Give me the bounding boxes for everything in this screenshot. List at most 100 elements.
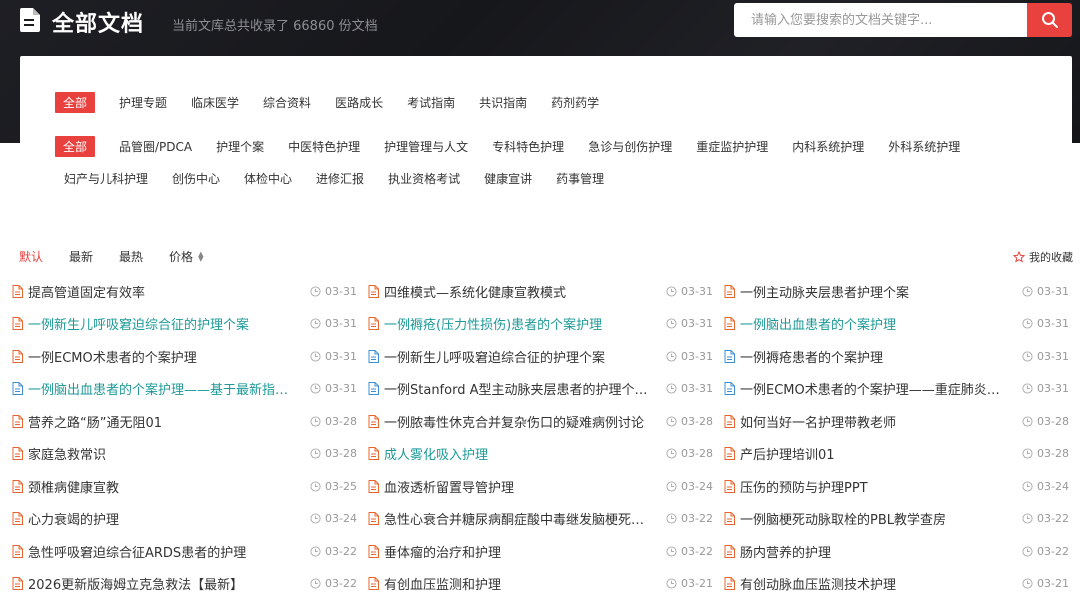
filter-chip[interactable]: 共识指南: [479, 94, 527, 111]
document-list-item[interactable]: 有创动脉血压监测技术护理 03-21: [724, 568, 1069, 595]
document-list-item[interactable]: 颈椎病健康宣教 03-25: [12, 470, 357, 503]
filter-chip[interactable]: 外科系统护理: [888, 138, 960, 155]
pdf-file-icon: [12, 512, 23, 526]
clock-icon: [1022, 351, 1033, 362]
document-title[interactable]: 一例ECMO术患者的个案护理——重症肺炎合...: [740, 379, 1010, 398]
document-list-item[interactable]: 一例新生儿呼吸窘迫综合征的护理个案 03-31: [12, 308, 357, 341]
clock-icon: [1022, 383, 1033, 394]
document-title[interactable]: 血液透析留置导管护理: [384, 477, 654, 496]
search-input[interactable]: [734, 3, 1028, 37]
filter-chip[interactable]: 全部: [55, 92, 96, 113]
document-title[interactable]: 一例ECMO术患者的个案护理: [28, 347, 298, 366]
sort-latest[interactable]: 最新: [69, 248, 93, 265]
filter-chip[interactable]: 健康宣讲: [484, 170, 532, 187]
filter-chip[interactable]: 进修汇报: [316, 170, 364, 187]
document-list-item[interactable]: 肠内营养的护理 03-22: [724, 535, 1069, 568]
document-list-item[interactable]: 一例新生儿呼吸窘迫综合征的护理个案 03-31: [368, 340, 713, 373]
filter-chip[interactable]: 妇产与儿科护理: [64, 170, 148, 187]
document-list-item[interactable]: 一例脓毒性休克合并复杂伤口的疑难病例讨论 03-28: [368, 405, 713, 438]
filter-chip[interactable]: 内科系统护理: [792, 138, 864, 155]
document-list-item[interactable]: 有创血压监测和护理 03-21: [368, 568, 713, 595]
document-list-item[interactable]: 一例脑梗死动脉取栓的PBL教学查房 03-22: [724, 503, 1069, 536]
my-favorites-link[interactable]: 我的收藏: [1013, 249, 1073, 265]
document-list-item[interactable]: 血液透析留置导管护理 03-24: [368, 470, 713, 503]
filter-chip[interactable]: 创伤中心: [172, 170, 220, 187]
document-title[interactable]: 颈椎病健康宣教: [28, 477, 298, 496]
filter-row-sub-categories: 全部 品管圈/PDCA 护理个案 中医特色护理 护理管理与人文 专科特色护理 急诊与创伤护理…: [55, 136, 984, 157]
document-title[interactable]: 一例脑出血患者的个案护理——基于最新指南...: [28, 379, 298, 398]
document-list-item[interactable]: 急性心衰合并糖尿病酮症酸中毒继发脑梗死患... 03-22: [368, 503, 713, 536]
filter-chip[interactable]: 体检中心: [244, 170, 292, 187]
document-list-item[interactable]: 一例褥疮患者的个案护理 03-31: [724, 340, 1069, 373]
filter-chip[interactable]: 重症监护护理: [696, 138, 768, 155]
document-title[interactable]: 一例Stanford A型主动脉夹层患者的护理个案...: [384, 379, 654, 398]
document-title[interactable]: 产后护理培训01: [740, 444, 1010, 463]
filter-chip[interactable]: 护理专题: [119, 94, 167, 111]
document-list-item[interactable]: 产后护理培训01 03-28: [724, 438, 1069, 471]
filter-chip[interactable]: 考试指南: [407, 94, 455, 111]
filter-chip[interactable]: 临床医学: [191, 94, 239, 111]
filter-chip[interactable]: 急诊与创伤护理: [588, 138, 672, 155]
filter-chip[interactable]: 综合资料: [263, 94, 311, 111]
document-title[interactable]: 一例新生儿呼吸窘迫综合征的护理个案: [384, 347, 654, 366]
document-date: 03-25: [310, 480, 357, 493]
document-column-1: 提高管道固定有效率 03-31 一例新生儿呼吸窘迫综合征的护理个案 03-31 一例EC…: [12, 275, 357, 595]
document-title[interactable]: 一例脓毒性休克合并复杂伤口的疑难病例讨论: [384, 412, 654, 431]
document-title[interactable]: 一例脑出血患者的个案护理: [740, 314, 1010, 333]
filter-chip[interactable]: 全部: [55, 136, 96, 157]
document-list-item[interactable]: 一例ECMO术患者的个案护理 03-31: [12, 340, 357, 373]
document-title[interactable]: 急性心衰合并糖尿病酮症酸中毒继发脑梗死患...: [384, 509, 654, 528]
document-title[interactable]: 2026更新版海姆立克急救法【最新】: [28, 574, 298, 593]
document-title[interactable]: 一例褥疮患者的个案护理: [740, 347, 1010, 366]
document-list-item[interactable]: 一例ECMO术患者的个案护理——重症肺炎合... 03-31: [724, 373, 1069, 406]
document-title[interactable]: 急性呼吸窘迫综合征ARDS患者的护理: [28, 542, 298, 561]
filter-chip[interactable]: 医路成长: [335, 94, 383, 111]
document-list-item[interactable]: 一例Stanford A型主动脉夹层患者的护理个案... 03-31: [368, 373, 713, 406]
filter-chip[interactable]: 执业资格考试: [388, 170, 460, 187]
document-list-item[interactable]: 2026更新版海姆立克急救法【最新】 03-22: [12, 568, 357, 595]
document-title[interactable]: 一例新生儿呼吸窘迫综合征的护理个案: [28, 314, 298, 333]
document-title[interactable]: 提高管道固定有效率: [28, 282, 298, 301]
document-title[interactable]: 如何当好一名护理带教老师: [740, 412, 1010, 431]
document-list-item[interactable]: 提高管道固定有效率 03-31: [12, 275, 357, 308]
document-list-item[interactable]: 如何当好一名护理带教老师 03-28: [724, 405, 1069, 438]
document-title[interactable]: 一例褥疮(压力性损伤)患者的个案护理: [384, 314, 654, 333]
document-list-item[interactable]: 一例脑出血患者的个案护理——基于最新指南... 03-31: [12, 373, 357, 406]
filter-chip[interactable]: 中医特色护理: [288, 138, 360, 155]
document-list-item[interactable]: 急性呼吸窘迫综合征ARDS患者的护理 03-22: [12, 535, 357, 568]
document-list-item[interactable]: 家庭急救常识 03-28: [12, 438, 357, 471]
document-title[interactable]: 心力衰竭的护理: [28, 509, 298, 528]
document-title[interactable]: 垂体瘤的治疗和护理: [384, 542, 654, 561]
document-title[interactable]: 一例脑梗死动脉取栓的PBL教学查房: [740, 509, 1010, 528]
document-list-item[interactable]: 一例主动脉夹层患者护理个案 03-31: [724, 275, 1069, 308]
document-list-item[interactable]: 营养之路“肠”通无阻01 03-28: [12, 405, 357, 438]
document-title[interactable]: 一例主动脉夹层患者护理个案: [740, 282, 1010, 301]
sort-default[interactable]: 默认: [19, 248, 43, 265]
document-list-item[interactable]: 四维模式—系统化健康宣教模式 03-31: [368, 275, 713, 308]
document-list-item[interactable]: 成人雾化吸入护理 03-28: [368, 438, 713, 471]
document-list-item[interactable]: 心力衰竭的护理 03-24: [12, 503, 357, 536]
filter-chip[interactable]: 药剂药学: [551, 94, 599, 111]
filter-chip[interactable]: 药事管理: [556, 170, 604, 187]
sort-price[interactable]: 价格 ▲ ▼: [169, 248, 203, 265]
sort-hottest[interactable]: 最热: [119, 248, 143, 265]
document-title[interactable]: 四维模式—系统化健康宣教模式: [384, 282, 654, 301]
filter-chip[interactable]: 护理个案: [216, 138, 264, 155]
document-list-item[interactable]: 一例褥疮(压力性损伤)患者的个案护理 03-31: [368, 308, 713, 341]
clock-icon: [1022, 578, 1033, 589]
document-title[interactable]: 营养之路“肠”通无阻01: [28, 412, 298, 431]
document-title[interactable]: 压伤的预防与护理PPT: [740, 477, 1010, 496]
filter-chip[interactable]: 品管圈/PDCA: [119, 138, 192, 155]
document-title[interactable]: 肠内营养的护理: [740, 542, 1010, 561]
document-title[interactable]: 成人雾化吸入护理: [384, 444, 654, 463]
document-list-item[interactable]: 压伤的预防与护理PPT 03-24: [724, 470, 1069, 503]
filter-chip[interactable]: 专科特色护理: [492, 138, 564, 155]
document-title[interactable]: 家庭急救常识: [28, 444, 298, 463]
filter-chip[interactable]: 护理管理与人文: [384, 138, 468, 155]
document-title[interactable]: 有创血压监测和护理: [384, 574, 654, 593]
document-list-item[interactable]: 垂体瘤的治疗和护理 03-22: [368, 535, 713, 568]
word-file-icon: [724, 382, 735, 396]
document-list-item[interactable]: 一例脑出血患者的个案护理 03-31: [724, 308, 1069, 341]
document-title[interactable]: 有创动脉血压监测技术护理: [740, 574, 1010, 593]
search-button[interactable]: [1027, 3, 1072, 37]
